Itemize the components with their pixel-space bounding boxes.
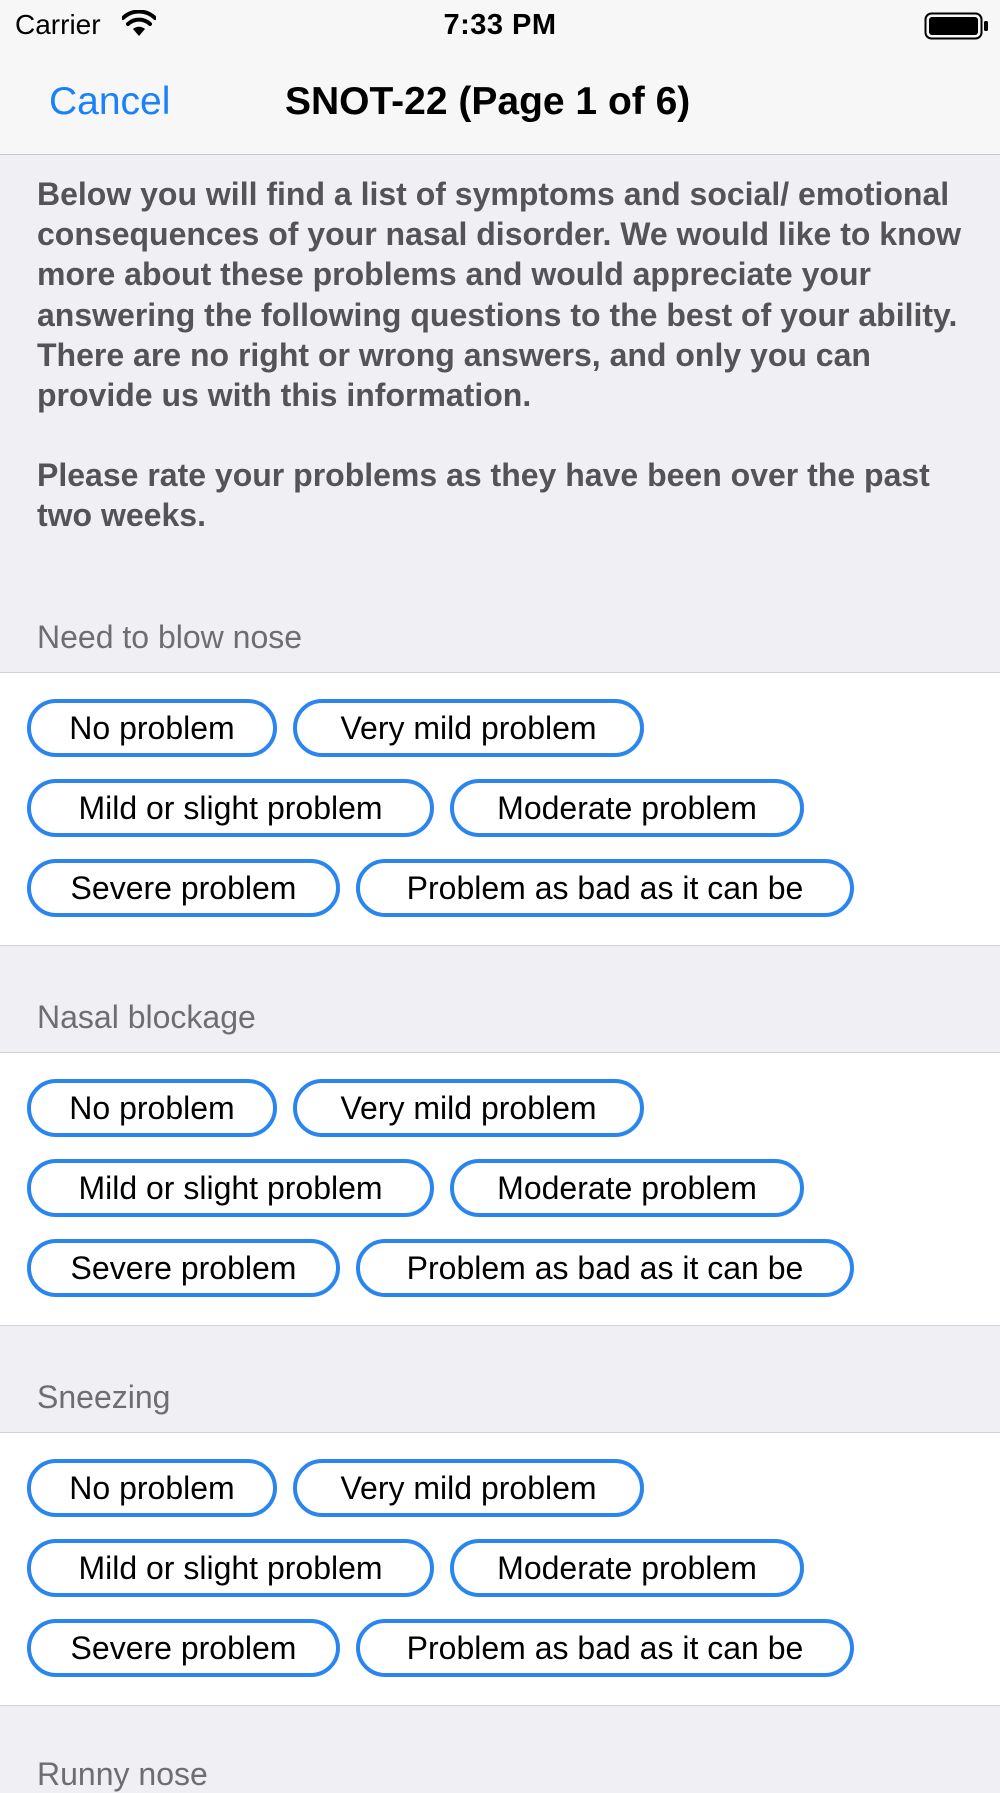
option-button[interactable]: Problem as bad as it can be xyxy=(356,1619,854,1677)
option-button[interactable]: Moderate problem xyxy=(450,1539,804,1597)
option-button[interactable]: Very mild problem xyxy=(293,1459,644,1517)
navigation-bar: Cancel SNOT-22 (Page 1 of 6) xyxy=(0,50,1000,155)
intro-paragraph: Below you will find a list of symptoms a… xyxy=(37,176,962,414)
option-button[interactable]: Very mild problem xyxy=(293,1079,644,1137)
answer-options-nasal-blockage: No problem Very mild problem Mild or sli… xyxy=(0,1052,1000,1326)
option-button[interactable]: Mild or slight problem xyxy=(27,1159,434,1217)
question-label-need-to-blow-nose: Need to blow nose xyxy=(37,619,303,655)
option-button[interactable]: No problem xyxy=(27,1079,277,1137)
option-button[interactable]: No problem xyxy=(27,1459,277,1517)
question-label-runny-nose: Runny nose xyxy=(37,1756,208,1792)
option-button[interactable]: Problem as bad as it can be xyxy=(356,859,854,917)
option-button[interactable]: No problem xyxy=(27,699,277,757)
status-bar: Carrier 7:33 PM xyxy=(0,0,1000,50)
answer-options-need-to-blow-nose: No problem Very mild problem Mild or sli… xyxy=(0,672,1000,946)
page-title: SNOT-22 (Page 1 of 6) xyxy=(285,80,691,123)
option-button[interactable]: Moderate problem xyxy=(450,1159,804,1217)
option-button[interactable]: Severe problem xyxy=(27,1239,340,1297)
option-button[interactable]: Mild or slight problem xyxy=(27,779,434,837)
option-button[interactable]: Very mild problem xyxy=(293,699,644,757)
option-button[interactable]: Problem as bad as it can be xyxy=(356,1239,854,1297)
status-time: 7:33 PM xyxy=(443,9,557,41)
battery-icon xyxy=(924,12,988,40)
intro-paragraph: Please rate your problems as they have b… xyxy=(37,457,930,534)
option-button[interactable]: Moderate problem xyxy=(450,779,804,837)
question-label-nasal-blockage: Nasal blockage xyxy=(37,999,256,1035)
option-button[interactable]: Severe problem xyxy=(27,859,340,917)
intro-text: Below you will find a list of symptoms a… xyxy=(37,174,977,536)
question-label-sneezing: Sneezing xyxy=(37,1379,171,1415)
cancel-button[interactable]: Cancel xyxy=(49,78,170,126)
answer-options-sneezing: No problem Very mild problem Mild or sli… xyxy=(0,1432,1000,1706)
option-button[interactable]: Mild or slight problem xyxy=(27,1539,434,1597)
option-button[interactable]: Severe problem xyxy=(27,1619,340,1677)
